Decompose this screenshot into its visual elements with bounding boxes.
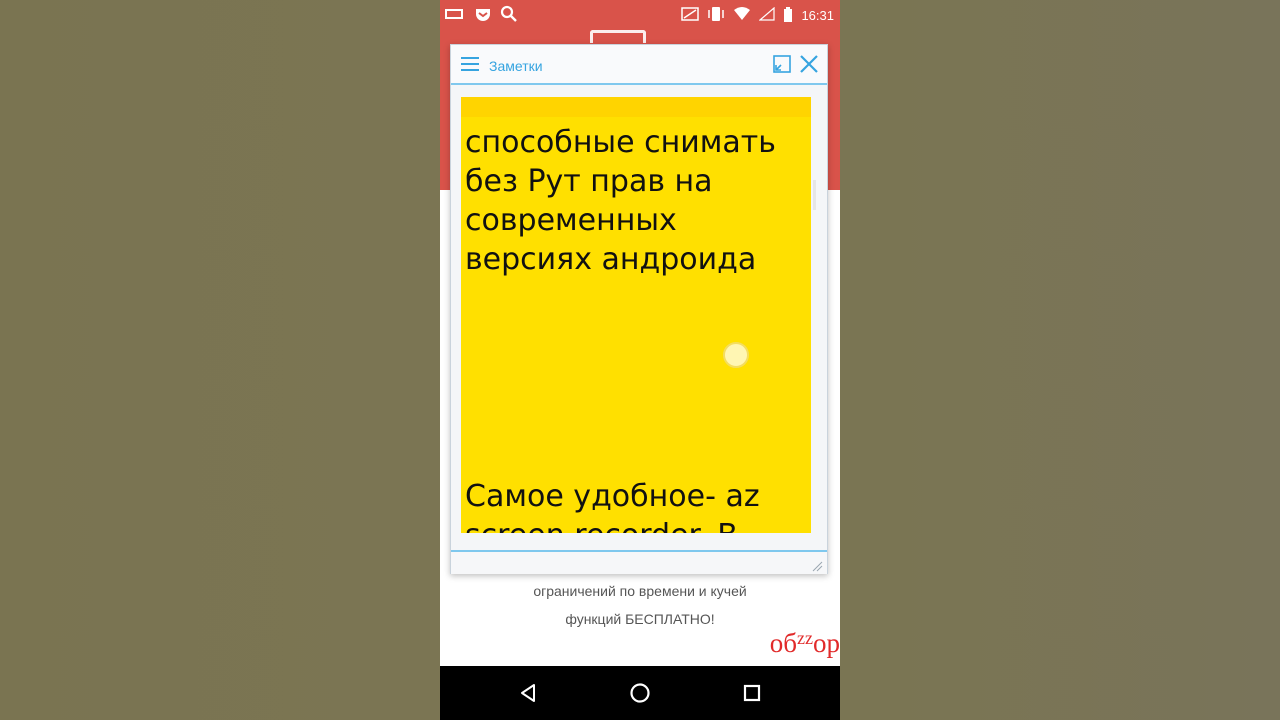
sticky-note[interactable]: способные снимать без Рут прав на соврем… [461,97,811,533]
menu-icon[interactable] [461,57,479,71]
pocket-icon [474,6,492,25]
note-text-top[interactable]: способные снимать без Рут прав на соврем… [465,123,805,279]
navigation-bar [440,666,840,720]
screen-icon [444,7,466,24]
brand-part-3: op [813,628,840,658]
recents-icon[interactable] [739,680,765,706]
note-scrollbar[interactable] [813,180,816,210]
note-text-bottom[interactable]: Самое удобное- az screen recorder. В нем [465,477,805,533]
notes-popup-window: Заметки способные снимать без Рут прав н… [450,44,828,574]
home-icon[interactable] [627,680,653,706]
cast-icon [681,7,700,24]
status-bar: 16:31 [440,0,840,28]
tab-indicator [590,30,646,43]
brand-part-2: zz [797,628,813,648]
resize-handle-icon[interactable] [811,560,823,572]
page-text-line-1: ограничений по времени и кучей [533,583,747,599]
wifi-icon [733,7,751,24]
phone-screen: 16:31 ограничений по времени и кучей фун… [440,0,840,720]
popup-footer [451,550,827,574]
battery-icon [783,6,793,25]
brand-part-1: об [769,628,798,658]
page-text-line-2: функций БЕСПЛАТНО! [565,611,715,627]
maximize-icon[interactable] [773,55,791,73]
touch-indicator [723,342,749,368]
vibrate-icon [707,6,725,25]
close-icon[interactable] [799,54,819,74]
back-icon[interactable] [515,680,541,706]
popup-title: Заметки [489,58,543,74]
note-top-band [461,97,811,117]
status-time: 16:31 [801,8,834,23]
search-icon [500,5,518,26]
signal-icon [758,6,776,24]
popup-header: Заметки [451,45,827,85]
brand-logo: обzzop [770,628,840,659]
